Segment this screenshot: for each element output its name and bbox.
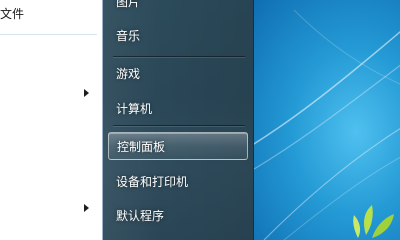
menu-separator [113, 125, 245, 126]
leaf-icon [353, 205, 394, 238]
menu-item-control-panel[interactable]: 控制面板 [108, 132, 248, 160]
start-menu-programs-panel: 文件 [0, 0, 103, 240]
desktop-wallpaper [254, 0, 400, 240]
left-panel-divider [0, 34, 97, 35]
chevron-right-icon[interactable] [84, 204, 89, 212]
menu-item-games[interactable]: 游戏 [108, 60, 248, 88]
left-panel-item-label[interactable]: 文件 [0, 5, 24, 22]
menu-item-pictures[interactable]: 图片 [108, 0, 248, 16]
menu-item-default-programs[interactable]: 默认程序 [108, 202, 248, 230]
start-menu-places-panel: 图片 音乐 游戏 计算机 控制面板 设备和打印机 默认程序 [103, 0, 254, 240]
menu-separator [113, 56, 245, 57]
chevron-right-icon[interactable] [84, 89, 89, 97]
menu-item-devices-printers[interactable]: 设备和打印机 [108, 168, 248, 196]
menu-item-music[interactable]: 音乐 [108, 22, 248, 50]
wallpaper-streaks [254, 9, 400, 240]
menu-item-computer[interactable]: 计算机 [108, 95, 248, 123]
